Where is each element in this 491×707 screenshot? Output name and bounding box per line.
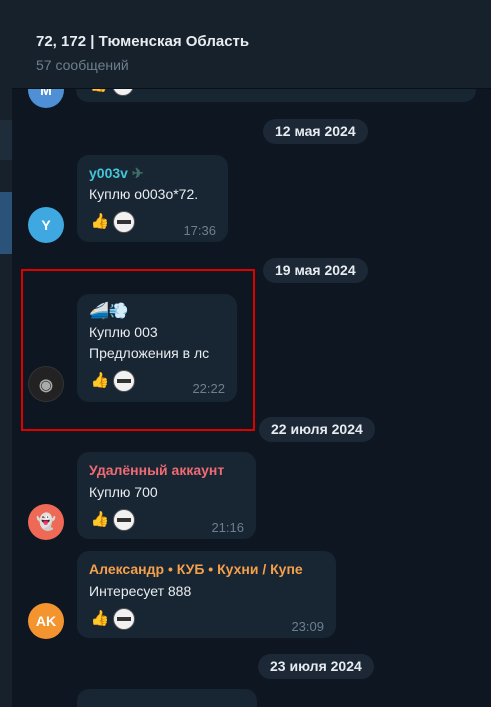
avatar-initials: Y <box>41 217 51 233</box>
reactions: 👍 <box>89 211 135 233</box>
message-author[interactable]: y003v ✈ <box>89 165 144 182</box>
message-bubble[interactable]: y003v ✈ Куплю о003о*72. 👍 17:36 <box>77 155 228 242</box>
date-separator: 22 июля 2024 <box>259 417 375 442</box>
message-time: 17:36 <box>183 223 216 238</box>
thumbs-up-icon[interactable]: 👍 <box>88 88 110 96</box>
sticker-stamp-icon[interactable] <box>112 88 134 96</box>
message-text: Куплю 700 <box>89 484 158 500</box>
message-author[interactable]: Александр • КУБ • Кухни / Купе <box>89 561 303 577</box>
message-text: Куплю о003о*72. <box>89 186 199 202</box>
left-panel-item-selected[interactable] <box>0 192 12 254</box>
header-top-bar <box>12 0 491 22</box>
avatar[interactable]: AK <box>28 603 64 639</box>
thumbs-up-icon[interactable]: 👍 <box>89 211 111 233</box>
avatar[interactable]: M <box>28 88 64 108</box>
message-time: 21:16 <box>211 520 244 535</box>
airplane-icon: ✈ <box>131 165 144 181</box>
thumbs-up-icon[interactable]: 👍 <box>89 509 111 531</box>
author-name: y003v <box>89 165 128 181</box>
left-panel-strip <box>0 0 12 707</box>
message-list[interactable]: M 👍 12 мая 2024 Y y003v ✈ Куплю о003о*72… <box>12 88 491 707</box>
message-bubble[interactable]: 👍 <box>76 88 476 102</box>
reactions: 👍 <box>89 509 135 531</box>
message-time: 23:09 <box>291 619 324 634</box>
sticker-stamp-icon[interactable] <box>113 509 135 531</box>
message-author[interactable]: Удалённый аккаунт <box>89 462 224 478</box>
avatar-initials: M <box>40 88 52 98</box>
reactions: 👍 <box>88 88 134 96</box>
reactions: 👍 <box>89 608 135 630</box>
date-separator: 19 мая 2024 <box>263 258 368 283</box>
left-panel-item[interactable] <box>0 120 12 160</box>
avatar-initials: AK <box>35 613 57 629</box>
chat-title: 72, 172 | Тюменская Область <box>36 33 250 50</box>
date-separator: 23 июля 2024 <box>258 654 374 679</box>
message-bubble[interactable]: Удалённый аккаунт Куплю 700 👍 21:16 <box>77 452 256 539</box>
message-bubble[interactable] <box>77 689 257 707</box>
message-bubble[interactable]: Александр • КУБ • Кухни / Купе Интересуе… <box>77 551 336 638</box>
chat-header[interactable]: 72, 172 | Тюменская Область 57 сообщений <box>12 0 491 89</box>
avatar[interactable]: 👻 <box>28 504 64 540</box>
message-count: 57 сообщений <box>36 57 129 73</box>
avatar[interactable]: Y <box>28 207 64 243</box>
sticker-stamp-icon[interactable] <box>113 608 135 630</box>
date-separator: 12 мая 2024 <box>263 119 368 144</box>
highlight-box <box>21 269 255 431</box>
ghost-icon: 👻 <box>36 514 56 531</box>
thumbs-up-icon[interactable]: 👍 <box>89 608 111 630</box>
sticker-stamp-icon[interactable] <box>113 211 135 233</box>
message-text: Интересует 888 <box>89 583 192 599</box>
